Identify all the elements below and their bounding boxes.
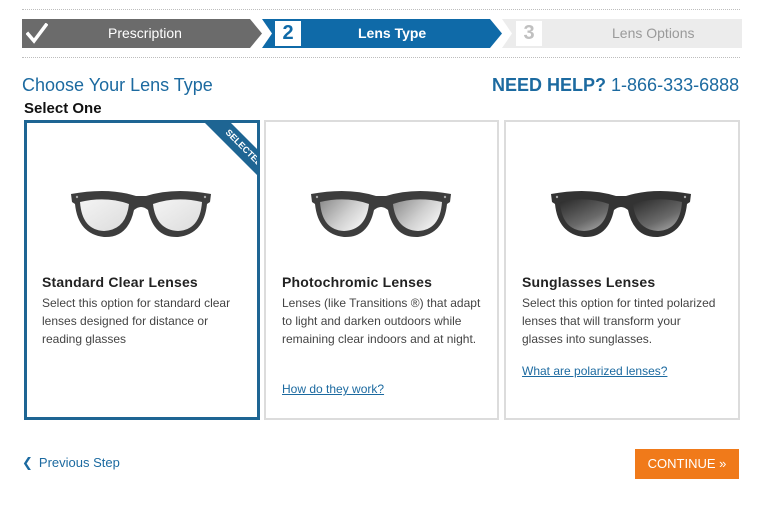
step-lens-type-label: Lens Type: [358, 25, 427, 41]
photochromic-glasses-icon: [311, 190, 451, 238]
previous-step-button[interactable]: ❮ Previous Step: [22, 455, 120, 471]
steps-dotted-divider: [22, 57, 740, 58]
help-phone[interactable]: 1-866-333-6888: [611, 75, 739, 95]
how-do-they-work-link[interactable]: How do they work?: [282, 382, 384, 396]
lens-card-description: Select this option for tinted polarized …: [522, 296, 716, 346]
lens-card-sunglasses[interactable]: Sunglasses Lenses Select this option for…: [504, 120, 740, 420]
page-title: Choose Your Lens Type: [22, 75, 213, 95]
step-lens-options-label: Lens Options: [612, 25, 695, 41]
lens-card-description: Lenses (like Transitions ®) that adapt t…: [282, 296, 481, 346]
step-lens-options[interactable]: 3 Lens Options: [502, 19, 742, 48]
lens-card-title: Photochromic Lenses: [282, 274, 433, 290]
previous-step-label: Previous Step: [38, 455, 120, 470]
lens-card-description: Select this option for standard clear le…: [42, 296, 231, 346]
help-contact: NEED HELP? 1-866-333-6888: [492, 75, 739, 96]
step-lens-type-number: 2: [275, 21, 301, 46]
progress-steps: Prescription 2 Lens Type 3 Lens Options: [22, 19, 742, 48]
help-label: NEED HELP?: [492, 75, 607, 95]
continue-button[interactable]: CONTINUE »: [635, 449, 739, 479]
top-dotted-divider: [22, 9, 740, 10]
step-lens-options-number: 3: [516, 21, 542, 46]
step-prescription-label: Prescription: [108, 25, 182, 41]
polarized-lenses-link[interactable]: What are polarized lenses?: [522, 364, 667, 378]
chevron-left-icon: ❮: [22, 455, 33, 470]
lens-card-title: Standard Clear Lenses: [42, 274, 198, 290]
lens-card-standard-clear[interactable]: SELECTED Standard Clear Lenses Select th…: [24, 120, 260, 420]
step-lens-type[interactable]: 2 Lens Type: [262, 19, 502, 48]
selected-ribbon: SELECTED: [205, 123, 257, 175]
step-prescription[interactable]: Prescription: [22, 19, 262, 48]
checkmark-icon: [26, 23, 48, 44]
lens-card-photochromic[interactable]: Photochromic Lenses Lenses (like Transit…: [264, 120, 499, 420]
sunglasses-icon: [551, 190, 691, 238]
select-one-label: Select One: [24, 100, 102, 117]
lens-card-title: Sunglasses Lenses: [522, 274, 656, 290]
clear-glasses-icon: [71, 190, 211, 238]
